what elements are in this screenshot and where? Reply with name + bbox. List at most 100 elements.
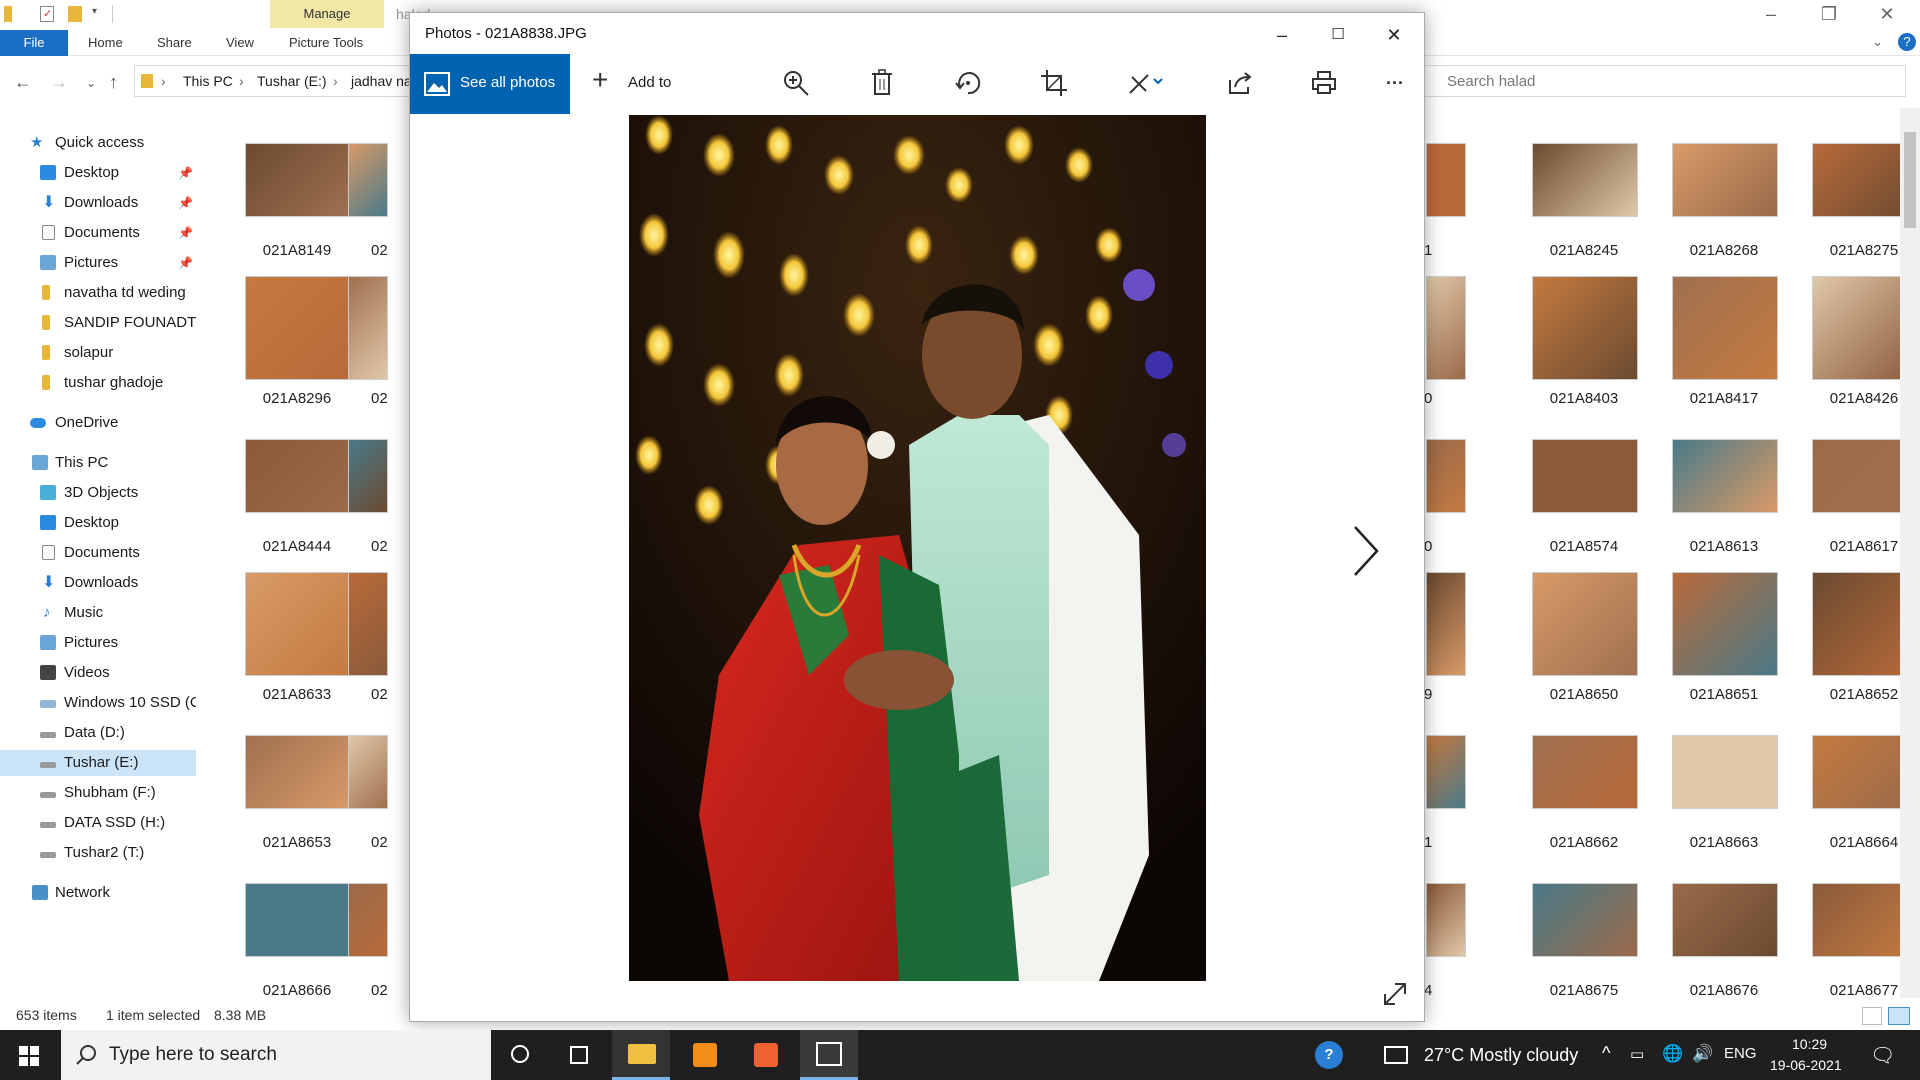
file-thumbnail[interactable]: [1426, 143, 1466, 217]
file-thumbnail[interactable]: [1672, 143, 1778, 217]
maximize-icon[interactable]: ☐: [1310, 13, 1366, 57]
notifications-icon[interactable]: 🗨: [1870, 1043, 1895, 1068]
help-icon[interactable]: ?: [1898, 33, 1916, 51]
sidebar-item-drive-h[interactable]: DATA SSD (H:): [0, 810, 196, 836]
details-view-icon[interactable]: [1862, 1007, 1882, 1025]
sidebar-item-pictures[interactable]: Pictures: [0, 630, 196, 656]
breadcrumb-tushar[interactable]: Tushar (E:): [257, 73, 327, 89]
sidebar-item-network[interactable]: Network: [0, 880, 196, 906]
close-icon[interactable]: ✕: [1366, 13, 1422, 57]
file-thumbnail[interactable]: [1672, 735, 1778, 809]
tab-picture-tools[interactable]: Picture Tools: [289, 30, 363, 56]
sidebar-item-drive-e[interactable]: Tushar (E:): [0, 750, 196, 776]
weather-text[interactable]: 27°C Mostly cloudy: [1424, 1045, 1578, 1066]
file-thumbnail[interactable]: [245, 883, 351, 957]
show-hidden-icons-icon[interactable]: ^: [1602, 1043, 1610, 1064]
sidebar-item-this-pc[interactable]: This PC: [0, 450, 196, 476]
tab-home[interactable]: Home: [88, 30, 123, 56]
tab-file[interactable]: File: [0, 30, 68, 56]
photos-taskbar-icon[interactable]: [800, 1030, 858, 1080]
network-icon[interactable]: 🌐: [1662, 1044, 1683, 1064]
up-icon[interactable]: ↑: [109, 72, 118, 93]
crop-icon[interactable]: [1034, 63, 1074, 103]
breadcrumb-this-pc[interactable]: This PC: [183, 73, 233, 89]
file-thumbnail[interactable]: [1672, 883, 1778, 957]
task-view-icon[interactable]: [550, 1030, 608, 1080]
more-icon[interactable]: ···: [1375, 63, 1415, 103]
sidebar-item-folder[interactable]: tushar ghadoje: [0, 370, 196, 396]
sidebar-item-onedrive[interactable]: OneDrive: [0, 410, 196, 436]
zoom-icon[interactable]: [776, 63, 816, 103]
taskbar-search-input[interactable]: Type here to search: [61, 1030, 491, 1080]
manage-tab[interactable]: Manage: [270, 0, 384, 28]
sidebar-item-drive-t[interactable]: Tushar2 (T:): [0, 840, 196, 866]
file-thumbnail[interactable]: [1672, 439, 1778, 513]
file-thumbnail[interactable]: [245, 572, 351, 676]
minimize-icon[interactable]: –: [1254, 13, 1310, 57]
minimize-icon[interactable]: –: [1748, 0, 1794, 30]
expand-ribbon-icon[interactable]: ⌄: [1872, 34, 1883, 50]
file-thumbnail[interactable]: [245, 439, 351, 513]
file-thumbnail[interactable]: [1532, 572, 1638, 676]
file-thumbnail[interactable]: [1426, 735, 1466, 809]
edit-icon[interactable]: [1126, 63, 1166, 103]
next-photo-icon[interactable]: [1345, 521, 1385, 581]
file-thumbnail[interactable]: [1532, 735, 1638, 809]
sidebar-item-drive-f[interactable]: Shubham (F:): [0, 780, 196, 806]
clock-date[interactable]: 19-06-2021: [1770, 1057, 1842, 1073]
sidebar-item-folder[interactable]: solapur: [0, 340, 196, 366]
fullscreen-icon[interactable]: [1380, 979, 1410, 1009]
tab-view[interactable]: View: [226, 30, 254, 56]
sidebar-item-quick-access[interactable]: ★ Quick access: [0, 130, 196, 156]
sublime-text-icon[interactable]: [674, 1030, 732, 1080]
file-thumbnail[interactable]: [1426, 572, 1466, 676]
file-thumbnail[interactable]: [348, 572, 388, 676]
sidebar-item-3d-objects[interactable]: 3D Objects: [0, 480, 196, 506]
sidebar-item-videos[interactable]: Videos: [0, 660, 196, 686]
sidebar-item-documents[interactable]: Documents: [0, 540, 196, 566]
news-weather-icon[interactable]: [1384, 1046, 1408, 1064]
file-thumbnail[interactable]: [245, 735, 351, 809]
file-thumbnail[interactable]: [1672, 276, 1778, 380]
help-icon[interactable]: ?: [1315, 1041, 1343, 1069]
volume-icon[interactable]: 🔊: [1692, 1044, 1713, 1064]
sidebar-item-documents[interactable]: Documents 📌: [0, 220, 196, 246]
clock-time[interactable]: 10:29: [1792, 1036, 1827, 1052]
file-thumbnail[interactable]: [348, 883, 388, 957]
close-icon[interactable]: ✕: [1864, 0, 1910, 30]
file-thumbnail[interactable]: [348, 143, 388, 217]
delete-icon[interactable]: [862, 63, 902, 103]
back-icon[interactable]: ←: [14, 72, 32, 93]
file-thumbnail[interactable]: [1672, 572, 1778, 676]
battery-icon[interactable]: ▭: [1630, 1045, 1644, 1063]
windows-start-icon[interactable]: [19, 1046, 39, 1066]
file-thumbnail[interactable]: [348, 735, 388, 809]
sidebar-item-pictures[interactable]: Pictures 📌: [0, 250, 196, 276]
print-icon[interactable]: [1304, 63, 1344, 103]
share-icon[interactable]: [1220, 63, 1260, 103]
file-thumbnail[interactable]: [1426, 276, 1466, 380]
language-indicator[interactable]: ENG: [1724, 1045, 1757, 1062]
large-icons-view-icon[interactable]: [1888, 1007, 1910, 1025]
file-thumbnail[interactable]: [1532, 883, 1638, 957]
forward-icon[interactable]: →: [50, 72, 68, 93]
breadcrumb-folder[interactable]: jadhav na: [351, 73, 412, 89]
rotate-icon[interactable]: [948, 63, 988, 103]
sidebar-item-desktop[interactable]: Desktop 📌: [0, 160, 196, 186]
scrollbar-thumb[interactable]: [1904, 132, 1916, 228]
file-thumbnail[interactable]: [348, 276, 388, 380]
sidebar-item-downloads[interactable]: ⬇ Downloads: [0, 570, 196, 596]
sidebar-item-drive-c[interactable]: Windows 10 SSD (C: [0, 690, 196, 716]
file-thumbnail[interactable]: [245, 143, 351, 217]
add-to-button[interactable]: + Add to: [580, 54, 680, 114]
address-bar[interactable]: › This PC › Tushar (E:) › jadhav na: [134, 65, 424, 97]
sidebar-item-folder[interactable]: SANDIP FOUNADTIO: [0, 310, 196, 336]
file-thumbnail[interactable]: [1532, 276, 1638, 380]
sidebar-item-music[interactable]: ♪ Music: [0, 600, 196, 626]
sidebar-item-drive-d[interactable]: Data (D:): [0, 720, 196, 746]
file-thumbnail[interactable]: [245, 276, 351, 380]
search-input[interactable]: ⌕ Search halad: [1398, 65, 1906, 97]
file-thumbnail[interactable]: [1426, 439, 1466, 513]
restore-icon[interactable]: ❐: [1806, 0, 1852, 30]
xampp-icon[interactable]: [736, 1030, 794, 1080]
